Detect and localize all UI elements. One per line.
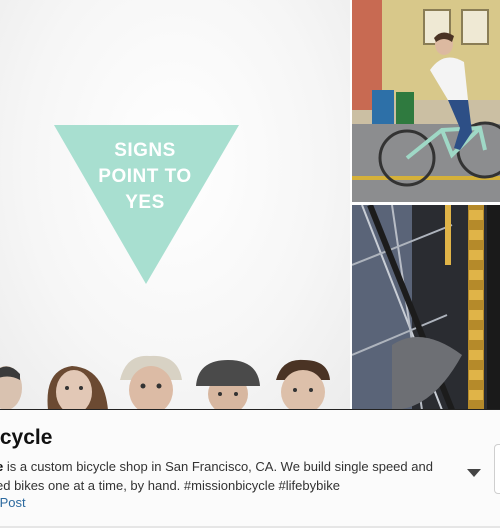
profile-title: icycle bbox=[0, 426, 53, 449]
cyclist-photo-illustration bbox=[352, 0, 500, 202]
bio-text-line1: is a custom bicycle shop in San Francisc… bbox=[3, 459, 433, 474]
side-action-button[interactable] bbox=[494, 444, 500, 494]
hero-image-signs-point-to-yes[interactable]: SIGNS POINT TO YES bbox=[0, 0, 350, 410]
profile-bio: e is a custom bicycle shop in San Franci… bbox=[0, 457, 460, 495]
chain-photo-illustration bbox=[352, 205, 500, 410]
chevron-down-icon[interactable] bbox=[467, 469, 481, 477]
sign-line: SIGNS bbox=[114, 140, 176, 161]
photo-chain-closeup[interactable] bbox=[352, 205, 500, 410]
photo-cyclist-street[interactable] bbox=[352, 0, 500, 202]
bio-text-line2: ed bikes one at a time, by hand. #missio… bbox=[0, 478, 340, 493]
sign-line: POINT TO bbox=[98, 166, 192, 187]
sign-line: YES bbox=[125, 192, 165, 213]
profile-info-panel: icycle e is a custom bicycle shop in San… bbox=[0, 410, 500, 528]
team-faces-illustration bbox=[0, 355, 330, 410]
profile-link[interactable]: tPost bbox=[0, 495, 26, 510]
sign-text: SIGNS POINT TO YES bbox=[88, 138, 202, 216]
